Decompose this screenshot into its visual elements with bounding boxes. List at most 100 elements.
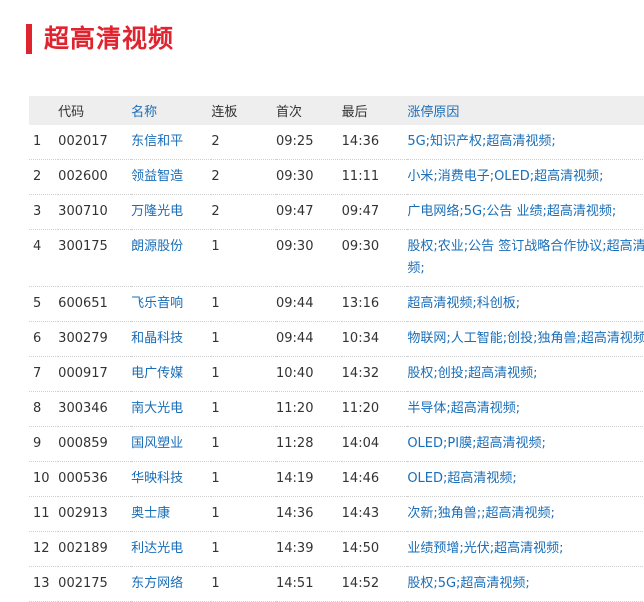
section-title: 超高清视频 [44,24,175,53]
cell-name[interactable]: 领益智造 [131,169,183,184]
cell-name[interactable]: 和晶科技 [131,331,183,346]
cell-reason[interactable]: 半导体;超高清视频; [407,401,520,416]
cell-name[interactable]: 东信和平 [131,134,183,149]
cell-first-time-container: 11:28 [276,426,342,462]
cell-reason-container: 股权;农业;公告 签订战略合作协议;超高清视频; [407,229,644,287]
cell-lianban-container: 2 [211,159,276,195]
header-name[interactable]: 名称 [131,96,211,125]
cell-name[interactable]: 利达光电 [131,541,183,556]
cell-first-time-container: 09:30 [276,229,342,287]
cell-reason[interactable]: 业绩预增;光伏;超高清视频; [407,541,563,556]
cell-lianban: 1 [211,296,220,311]
table-header: 代码 名称 连板 首次 最后 涨停原因 [29,96,644,125]
table-row: 4 300175 朗源股份 1 09:30 09:30 股权;农业;公告 签订战略合作协议;… [29,229,644,287]
cell-name[interactable]: 飞乐音响 [131,296,183,311]
cell-reason[interactable]: 股权;创投;超高清视频; [407,366,537,381]
cell-first-time: 14:39 [276,541,314,556]
cell-index: 5 [33,296,42,311]
cell-lianban: 1 [211,401,220,416]
cell-reason[interactable]: 物联网;人工智能;创投;独角兽;超高清视频; [407,331,644,346]
cell-reason[interactable]: 广电网络;5G;公告 业绩;超高清视频; [407,204,616,219]
cell-name[interactable]: 南大光电 [131,401,183,416]
cell-index-container: 3 [29,194,59,230]
cell-lianban-container: 1 [211,461,276,497]
cell-last-time: 14:50 [341,541,380,556]
cell-name[interactable]: 国风塑业 [131,436,183,451]
cell-reason[interactable]: OLED;超高清视频; [407,471,516,486]
cell-code: 300710 [58,204,108,219]
cell-index: 1 [33,134,42,149]
cell-last-time-container: 14:52 [341,566,408,602]
cell-name[interactable]: 朗源股份 [131,239,183,254]
cell-name[interactable]: 东方网络 [131,576,183,591]
cell-lianban-container: 1 [211,566,276,602]
cell-reason[interactable]: 5G;知识产权;超高清视频; [407,134,556,149]
cell-code-container: 000917 [58,356,132,392]
cell-index-container: 13 [29,566,59,602]
cell-name[interactable]: 华映科技 [131,471,183,486]
cell-lianban: 2 [211,134,220,149]
cell-code: 600651 [58,296,108,311]
cell-code: 000859 [58,436,108,451]
cell-reason[interactable]: 股权;农业;公告 签订战略合作协议;超高清视频; [407,239,644,276]
cell-name[interactable]: 奥士康 [131,506,170,521]
cell-name[interactable]: 万隆光电 [131,204,183,219]
cell-index-container: 1 [29,125,59,160]
table-body: 1 002017 东信和平 2 09:25 14:36 5G;知识产权;超高清视频; 2 002… [29,125,644,602]
cell-name-container: 南大光电 [131,391,212,427]
cell-name[interactable]: 电广传媒 [131,366,183,381]
cell-code: 000536 [58,471,108,486]
cell-first-time: 09:30 [276,169,314,184]
cell-name-container: 电广传媒 [131,356,212,392]
cell-last-time: 09:47 [341,204,380,219]
header-last-time[interactable]: 最后 [342,96,408,125]
cell-lianban: 2 [211,169,220,184]
cell-lianban-container: 2 [211,125,276,160]
table-row: 7 000917 电广传媒 1 10:40 14:32 股权;创投;超高清视频; [29,356,644,392]
cell-lianban-container: 1 [211,426,276,462]
cell-reason[interactable]: 次新;独角兽;;超高清视频; [407,506,555,521]
cell-index: 6 [33,331,42,346]
header-reason[interactable]: 涨停原因 [407,96,644,125]
table-header-row: 代码 名称 连板 首次 最后 涨停原因 [29,96,644,125]
header-lianban[interactable]: 连板 [211,96,276,125]
cell-first-time: 10:40 [276,366,314,381]
table-row: 3 300710 万隆光电 2 09:47 09:47 广电网络;5G;公告 业绩;超高清视… [29,194,644,230]
cell-last-time-container: 13:16 [341,286,408,322]
cell-code-container: 002017 [58,125,132,160]
cell-code-container: 002600 [58,159,132,195]
cell-index-container: 5 [29,286,59,322]
cell-last-time-container: 10:34 [341,321,408,357]
table-row: 13 002175 东方网络 1 14:51 14:52 股权;5G;超高清视频; [29,566,644,602]
table-row: 8 300346 南大光电 1 11:20 11:20 半导体;超高清视频; [29,391,644,427]
cell-index: 4 [33,239,42,254]
cell-first-time: 09:25 [276,134,314,149]
cell-code-container: 002175 [58,566,132,602]
cell-code: 300279 [58,331,108,346]
cell-code-container: 300710 [58,194,132,230]
cell-reason[interactable]: 超高清视频;科创板; [407,296,520,311]
cell-lianban: 1 [211,436,220,451]
cell-code-container: 002913 [58,496,132,532]
cell-index: 2 [33,169,42,184]
table-row: 5 600651 飞乐音响 1 09:44 13:16 超高清视频;科创板; [29,286,644,322]
header-code[interactable]: 代码 [58,96,131,125]
cell-reason-container: 次新;独角兽;;超高清视频; [407,496,644,532]
cell-name-container: 朗源股份 [131,229,212,287]
cell-reason[interactable]: 小米;消费电子;OLED;超高清视频; [407,169,603,184]
cell-code-container: 600651 [58,286,132,322]
cell-first-time: 11:20 [276,401,314,416]
cell-reason[interactable]: 股权;5G;超高清视频; [407,576,530,591]
cell-lianban-container: 1 [211,391,276,427]
cell-last-time: 11:20 [341,401,380,416]
cell-lianban: 1 [211,576,220,591]
table-row: 1 002017 东信和平 2 09:25 14:36 5G;知识产权;超高清视频; [29,125,644,160]
cell-index: 13 [33,576,50,591]
header-first-time[interactable]: 首次 [276,96,342,125]
cell-index-container: 6 [29,321,59,357]
header-index [29,96,58,125]
section-header: 超高清视频 [26,24,174,54]
cell-first-time-container: 14:51 [276,566,342,602]
cell-reason[interactable]: OLED;PI膜;超高清视频; [407,436,546,451]
cell-last-time-container: 09:30 [341,229,408,287]
